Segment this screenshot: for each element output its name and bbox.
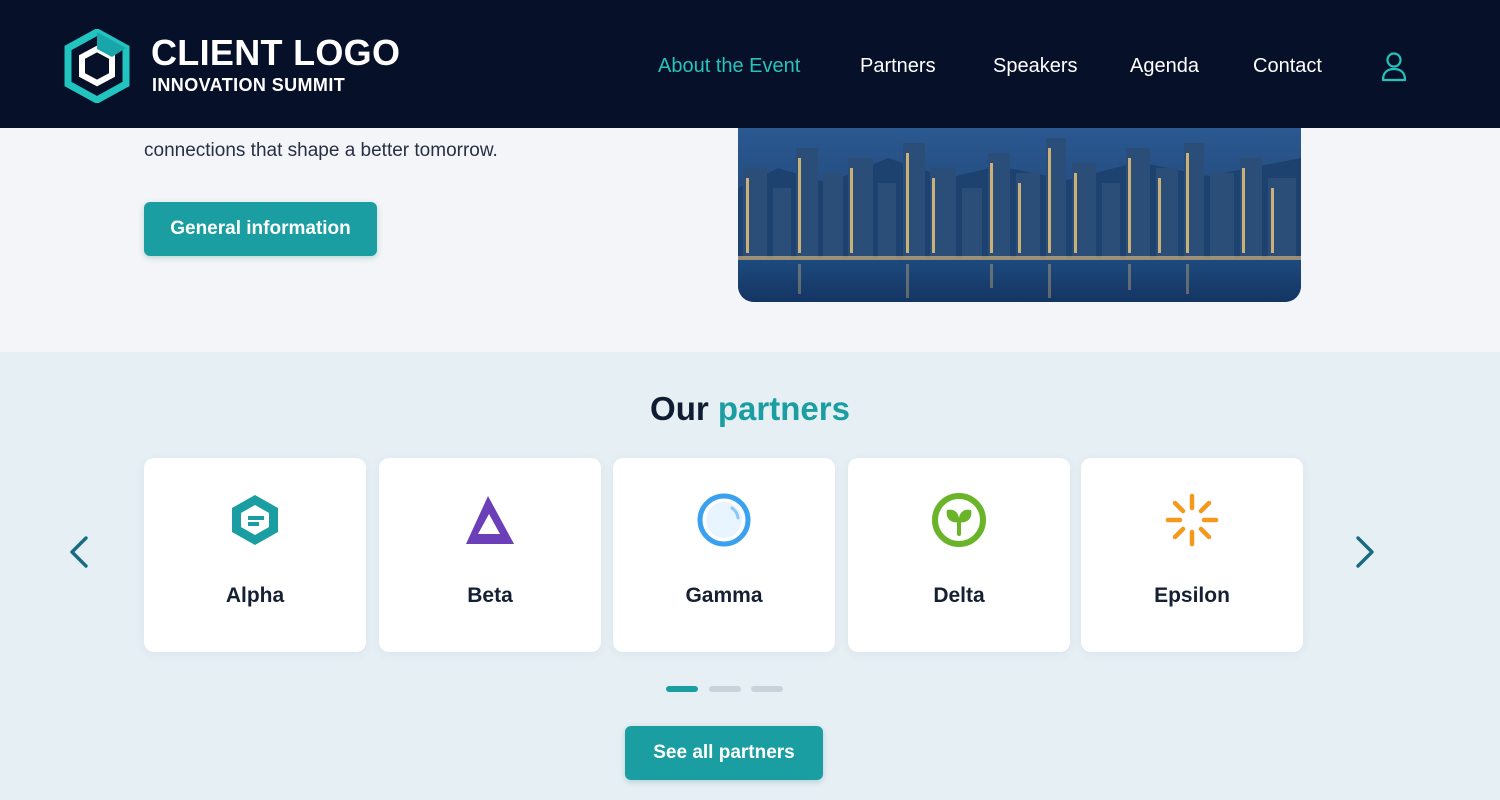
- partners-heading-part1: Our: [650, 390, 709, 427]
- site-header: CLIENT LOGO INNOVATION SUMMIT About the …: [0, 0, 1500, 128]
- partner-card-beta[interactable]: Beta: [379, 458, 601, 652]
- previous-arrow-icon[interactable]: [64, 532, 94, 572]
- pagination-dot-2[interactable]: [709, 686, 741, 692]
- delta-leaf-icon: [932, 493, 986, 547]
- partner-name-delta: Delta: [933, 584, 985, 607]
- beta-triangle-icon: [466, 496, 514, 544]
- nav-about-the-event[interactable]: About the Event: [658, 55, 800, 78]
- general-information-button[interactable]: General information: [144, 202, 377, 256]
- partner-name-epsilon: Epsilon: [1154, 584, 1230, 607]
- nav-partners[interactable]: Partners: [860, 55, 936, 78]
- city-skyline-image: [738, 128, 1301, 302]
- logo-hexagon-icon[interactable]: [64, 29, 130, 103]
- partners-section: Our partners Alpha Beta Gamma Delta Epsi…: [0, 352, 1500, 800]
- logo-title[interactable]: CLIENT LOGO: [151, 32, 400, 74]
- partner-card-gamma[interactable]: Gamma: [613, 458, 835, 652]
- next-arrow-icon[interactable]: [1350, 532, 1380, 572]
- partner-card-alpha[interactable]: Alpha: [144, 458, 366, 652]
- partner-name-gamma: Gamma: [685, 584, 763, 607]
- gamma-circle-icon: [697, 493, 751, 547]
- alpha-hexagon-icon: [232, 495, 278, 545]
- user-icon[interactable]: [1378, 50, 1410, 82]
- hero-text: connections that shape a better tomorrow…: [144, 140, 498, 161]
- epsilon-sunburst-icon: [1165, 493, 1219, 547]
- nav-contact[interactable]: Contact: [1253, 55, 1322, 78]
- pagination-dot-3[interactable]: [751, 686, 783, 692]
- logo-subtitle: INNOVATION SUMMIT: [152, 75, 346, 95]
- partners-heading: Our partners: [0, 390, 1500, 428]
- partners-heading-part2: partners: [717, 390, 850, 427]
- partner-name-beta: Beta: [467, 584, 513, 607]
- partner-card-delta[interactable]: Delta: [848, 458, 1070, 652]
- partner-name-alpha: Alpha: [225, 584, 285, 607]
- nav-speakers[interactable]: Speakers: [993, 55, 1078, 78]
- partner-card-epsilon[interactable]: Epsilon: [1081, 458, 1303, 652]
- nav-agenda[interactable]: Agenda: [1130, 55, 1199, 78]
- hero-section: connections that shape a better tomorrow…: [0, 128, 1500, 352]
- pagination-dot-1[interactable]: [666, 686, 698, 692]
- see-all-partners-button[interactable]: See all partners: [625, 726, 823, 780]
